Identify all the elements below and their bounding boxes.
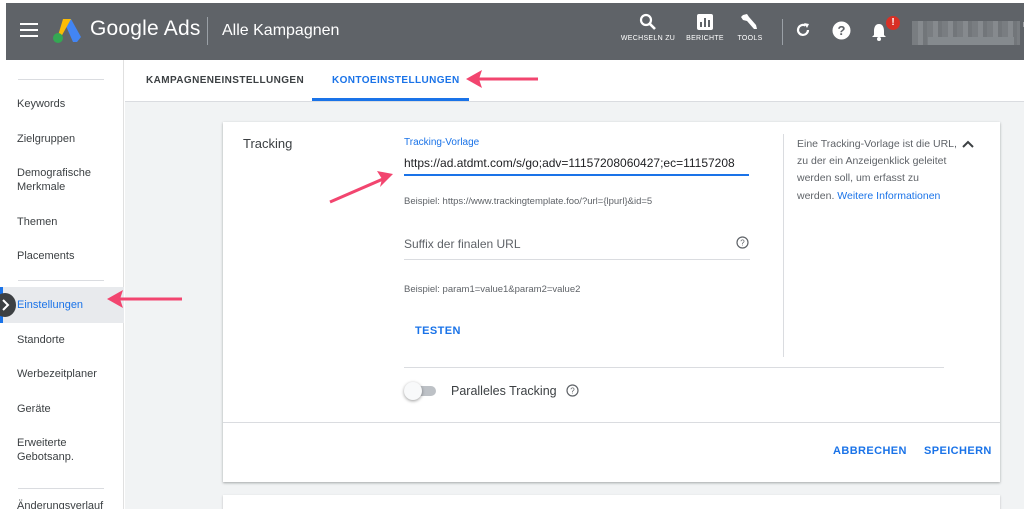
suffix-hint: Beispiel: param1=value1&param2=value2: [404, 284, 581, 295]
test-button[interactable]: TESTEN: [415, 325, 461, 337]
tab-account-settings[interactable]: KONTOEINSTELLUNGEN: [332, 75, 460, 86]
search-icon: [639, 13, 656, 30]
tools-label: TOOLS: [737, 35, 763, 42]
divider: [783, 134, 784, 357]
nav-divider: [18, 488, 104, 489]
settings-tabs: KAMPAGNENEINSTELLUNGEN KONTOEINSTELLUNGE…: [125, 60, 1024, 102]
suffix-placeholder: Suffix der finalen URL: [404, 237, 521, 251]
nav-item-settings[interactable]: Einstellungen: [0, 287, 124, 323]
chevron-up-icon[interactable]: [961, 139, 975, 149]
google-ads-logo: [53, 19, 81, 43]
tracking-template-input[interactable]: [404, 152, 749, 176]
active-tab-indicator: [312, 98, 469, 101]
help-icon[interactable]: ?: [566, 384, 579, 397]
expand-chevron-icon[interactable]: [0, 293, 16, 317]
reports-icon: [697, 14, 713, 30]
divider: [207, 17, 208, 45]
refresh-icon[interactable]: [794, 21, 812, 39]
tracking-template-label: Tracking-Vorlage: [404, 137, 480, 148]
nav-item-ad-schedule[interactable]: Werbezeitplaner: [17, 367, 117, 381]
help-icon[interactable]: ?: [832, 21, 851, 40]
reports-button[interactable]: BERICHTE: [682, 13, 728, 42]
nav-item-keywords[interactable]: Keywords: [17, 97, 117, 111]
svg-text:?: ?: [838, 23, 846, 38]
tracking-template-hint: Beispiel: https://www.trackingtemplate.f…: [404, 196, 653, 207]
divider: [223, 422, 1000, 423]
divider: [782, 19, 783, 45]
help-panel: Eine Tracking-Vorlage ist die URL, zu de…: [797, 136, 957, 205]
parallel-tracking-label: Paralleles Tracking: [451, 384, 557, 398]
left-navigation: Keywords Zielgruppen Demografische Merkm…: [0, 60, 124, 509]
learn-more-link[interactable]: Weitere Informationen: [837, 190, 940, 202]
top-app-bar: Google Ads Alle Kampagnen WECHSELN ZU BE…: [6, 3, 1024, 60]
parallel-tracking-toggle[interactable]: [404, 382, 438, 400]
notification-badge: !: [886, 16, 900, 30]
svg-text:?: ?: [570, 387, 575, 396]
divider: [404, 367, 944, 368]
account-id-redacted: [928, 37, 1014, 45]
nav-item-audiences[interactable]: Zielgruppen: [17, 132, 117, 146]
nav-item-change-history[interactable]: Änderungsverlauf: [17, 499, 117, 509]
switch-to-button[interactable]: WECHSELN ZU: [618, 13, 678, 42]
page-title: Alle Kampagnen: [222, 22, 340, 39]
nav-divider: [18, 280, 104, 281]
switch-to-label: WECHSELN ZU: [620, 35, 676, 42]
tab-campaign-settings[interactable]: KAMPAGNENEINSTELLUNGEN: [146, 75, 304, 86]
cancel-button[interactable]: ABBRECHEN: [833, 445, 907, 457]
save-button[interactable]: SPEICHERN: [924, 445, 992, 457]
nav-item-placements[interactable]: Placements: [17, 249, 117, 263]
wrench-icon: [741, 14, 757, 29]
app-frame: Google Ads Alle Kampagnen WECHSELN ZU BE…: [0, 0, 1024, 509]
brand-name: Google Ads: [90, 17, 201, 40]
final-url-suffix-input[interactable]: Suffix der finalen URL: [404, 232, 750, 260]
nav-item-label: Einstellungen: [17, 299, 84, 311]
help-icon[interactable]: ?: [736, 236, 749, 249]
menu-icon[interactable]: [20, 23, 38, 37]
reports-label: BERICHTE: [686, 35, 724, 42]
nav-item-devices[interactable]: Geräte: [17, 402, 117, 416]
svg-text:?: ?: [740, 239, 745, 248]
next-card: [223, 495, 1000, 509]
nav-item-demographics[interactable]: Demografische Merkmale: [17, 166, 117, 194]
section-title: Tracking: [243, 136, 293, 151]
tools-button[interactable]: TOOLS: [730, 13, 770, 42]
toggle-knob: [404, 382, 422, 400]
nav-divider: [18, 79, 104, 80]
bell-icon[interactable]: [870, 23, 888, 41]
nav-item-locations[interactable]: Standorte: [17, 333, 117, 347]
tracking-card: Tracking Tracking-Vorlage Beispiel: http…: [223, 122, 1000, 482]
nav-item-advanced-bid-adj[interactable]: Erweiterte Gebotsanp.: [17, 436, 107, 464]
nav-item-topics[interactable]: Themen: [17, 215, 117, 229]
